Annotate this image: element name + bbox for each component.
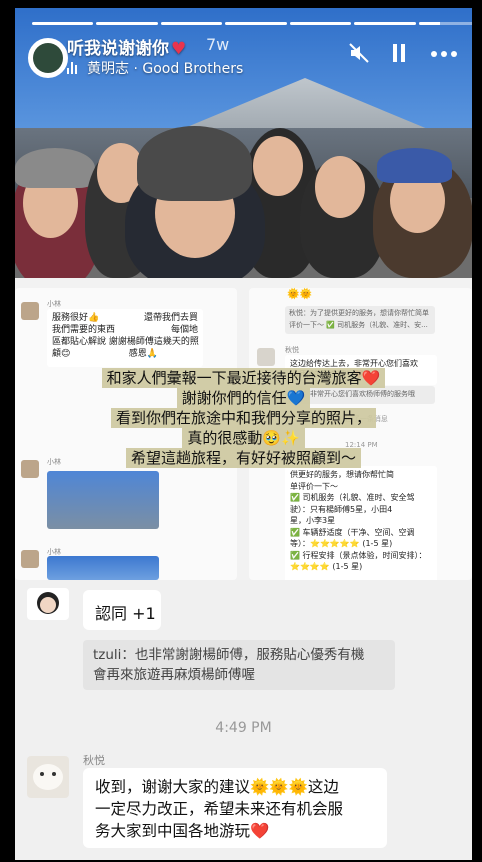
msg-text: 顧😊 [52, 349, 71, 359]
msg-text: 服務很好👍 [52, 313, 100, 323]
msg-text: 🌞🌞 [287, 289, 312, 300]
sender-name: 秋悦 [83, 754, 105, 767]
quoted-message: tzuli：也非常謝謝楊師傅，服務貼心優秀有機 會再來旅遊再麻煩楊師傅喔 [83, 640, 395, 690]
chat-section: 認同 +1 tzuli：也非常謝謝楊師傅，服務貼心優秀有機 會再來旅遊再麻煩楊師… [15, 580, 472, 860]
msg-text: 區都貼心解說 謝謝楊師傅這幾天的照 [52, 337, 199, 347]
story-age: 7w [206, 35, 230, 54]
shared-photo [47, 556, 159, 580]
shared-photo [47, 471, 159, 529]
timestamp: 4:49 PM [215, 720, 272, 736]
caption-line: 真的很感動🥹✨ [182, 428, 305, 448]
msg-text: 单评价一下～ [290, 481, 338, 491]
msg-text: 還帶我們去買 [143, 313, 198, 323]
heart-icon: ♥ [171, 39, 187, 59]
caption-line: 看到你們在旅途中和我們分享的照片， [110, 408, 376, 428]
caption-line: 和家人們彙報一下最近接待的台灣旅客❤️ [101, 368, 386, 388]
avatar [21, 302, 39, 320]
quoted-message: 秋悦：为了提供更好的服务，想请你帮忙简单 评价一下～ ✅ 司机服务（礼貌、准时、… [285, 306, 435, 334]
sender-name: 秋悦 [285, 346, 299, 354]
message-bubble: 服務很好👍 還帶我們去買 我們需要的東西 每個地 區都貼心解說 謝謝楊師傅這幾天的照… [47, 309, 203, 367]
msg-text: 收到，谢谢大家的建议🌞🌞🌞这边 [95, 778, 339, 796]
more-icon[interactable] [430, 50, 458, 58]
story-card: 听我说谢谢你 ♥ 7w 黄明志 · Good Brothers 小林 服務很好👍 還… [15, 8, 472, 860]
music-bars-icon [67, 62, 81, 74]
caption-overlay: 和家人們彙報一下最近接待的台灣旅客❤️ 謝謝你們的信任💙 看到你們在旅途中和我們… [15, 368, 472, 468]
sender-name: 小林 [47, 300, 61, 308]
pause-icon[interactable] [391, 42, 407, 64]
msg-text: ⭐⭐⭐⭐ (1-5 星) [290, 562, 363, 571]
avatar [21, 550, 39, 568]
message-bubble: 供更好的服务，想请你帮忙简 单评价一下～ ✅ 司机服务（礼貌、准时、安全驾 驶）… [285, 466, 437, 582]
msg-text: 認同 +1 [95, 604, 156, 623]
avatar [27, 588, 69, 620]
msg-text: 务大家到中国各地游玩❤️ [95, 822, 270, 840]
msg-text: 驶）：只有楊師傅5星，小田4 [290, 504, 393, 514]
msg-text: 感恩🙏 [128, 349, 158, 359]
quote-text: tzuli：也非常謝謝楊師傅，服務貼心優秀有機 [93, 647, 365, 663]
msg-text: 评价一下～ ✅ 司机服务（礼貌、准时、安... [289, 321, 428, 329]
msg-text: 每個地 [170, 325, 198, 335]
story-title-text: 听我说谢谢你 [67, 39, 169, 59]
msg-text: 一定尽力改正，希望未来还有机会服 [95, 800, 344, 818]
quote-text: 會再來旅遊再麻煩楊師傅喔 [93, 667, 255, 683]
msg-text: 星，小李3星 [290, 516, 336, 525]
caption-line: 希望這趟旅程，有好好被照顧到～ [125, 448, 361, 468]
mute-icon[interactable] [348, 42, 370, 64]
msg-text: 我們需要的東西 [52, 325, 116, 335]
avatar [27, 756, 69, 798]
story-header: 听我说谢谢你 ♥ 7w 黄明志 · Good Brothers [15, 8, 472, 98]
msg-text: ✅ 车辆舒适度（干净、空间、空调 [290, 527, 415, 537]
message-bubble: 認同 +1 [83, 590, 161, 630]
caption-line: 謝謝你們的信任💙 [176, 388, 311, 408]
story-title[interactable]: 听我说谢谢你 ♥ [67, 34, 186, 59]
msg-text: 等）：⭐⭐⭐⭐⭐ (1-5 星) [290, 539, 393, 548]
avatar[interactable] [28, 38, 68, 78]
msg-text: 供更好的服务，想请你帮忙简 [290, 470, 394, 479]
music-label[interactable]: 黄明志 · Good Brothers [67, 58, 243, 78]
msg-text: ✅ 司机服务（礼貌、准时、安全驾 [290, 493, 415, 502]
avatar [257, 348, 275, 366]
music-text: 黄明志 · Good Brothers [87, 61, 244, 77]
message-bubble: 收到，谢谢大家的建议🌞🌞🌞这边 一定尽力改正，希望未来还有机会服 务大家到中国各… [83, 768, 387, 848]
msg-text: ✅ 行程安排（景点体验，时间安排）： [290, 550, 427, 560]
